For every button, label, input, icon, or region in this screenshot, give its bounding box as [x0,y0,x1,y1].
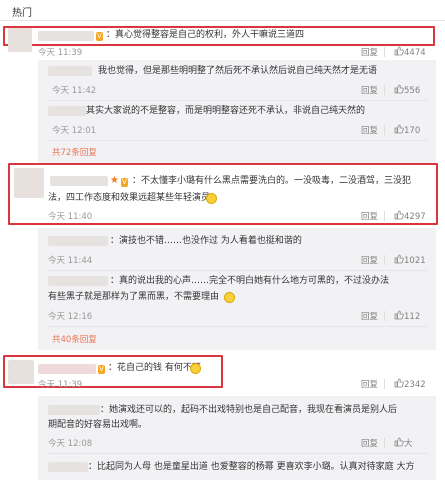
username-blurred[interactable] [38,364,96,374]
reply-time: 今天 11:44 [48,256,93,266]
like-button[interactable]: 556 [394,84,420,96]
username-blurred[interactable] [48,276,108,286]
reply-text: ：演技也不错……也没作过 为人看着也挺和谐的 [110,236,302,246]
avatar[interactable] [8,360,34,384]
like-count: 556 [404,86,421,96]
thumbs-up-icon [394,124,404,134]
more-replies-link[interactable]: 共72条回复 [52,146,97,158]
vip-badge-icon: V [98,365,105,374]
thumbs-up-icon [394,254,404,264]
comment-text: ：花自己的钱 有何不可 [108,363,201,373]
reply-text: ：比起同为人母 也是童星出道 也爱整容的杨幂 更喜欢李小璐。认真对待家庭 大方 [88,462,415,472]
thumbs-up-icon [394,46,404,56]
like-button[interactable]: 4474 [394,46,426,58]
reply-text-line2: 期配音的好容易出戏啊。 [48,420,148,430]
reply-button[interactable]: 回复 [361,46,378,58]
comment-time: 今天 11:39 [38,380,83,390]
tab-hot[interactable]: 热门 [12,4,32,19]
smiley-emoji-icon [224,292,235,304]
thumbs-up-icon [394,84,404,94]
like-count: 2342 [404,380,426,390]
smiley-emoji-icon [190,363,201,375]
like-count: 大 [404,439,413,449]
reply-time: 今天 11:42 [52,86,97,96]
like-count: 4297 [404,212,426,222]
thumbs-up-icon [394,437,404,447]
reply-button[interactable]: 回复 [361,254,378,266]
username-blurred[interactable] [48,405,100,415]
smiley-emoji-icon [206,193,217,205]
like-button[interactable]: 4297 [394,210,426,222]
reply-button[interactable]: 回复 [361,437,378,449]
username-blurred[interactable] [38,31,94,41]
like-count: 1021 [404,256,426,266]
reply-text-line1: ：她演戏还可以的，起码不出戏特别也是自己配音，我现在看演员是别人后 [100,405,398,415]
comment-time: 今天 11:39 [38,48,83,58]
like-button[interactable]: 1021 [394,254,426,266]
vip-badge-icon: V [121,178,128,187]
divider [384,379,385,389]
reply-time: 今天 12:16 [48,312,93,322]
divider [48,270,428,271]
reply-button[interactable]: 回复 [361,124,378,136]
more-replies-link[interactable]: 共40条回复 [52,333,97,345]
divider [48,326,428,327]
vip-badge-icon: V [96,32,103,41]
divider [384,85,385,95]
thumbs-up-icon [394,210,404,220]
divider [48,140,428,141]
like-count: 170 [404,126,421,136]
header-divider [0,20,445,21]
reply-time: 今天 12:01 [52,126,97,136]
like-count: 4474 [404,48,426,58]
avatar[interactable] [14,168,44,198]
divider [384,47,385,57]
reply-button[interactable]: 回复 [361,310,378,322]
reply-text: 其实大家说的不是整容，而是明明整容还死不承认，非说自己纯天然的 [86,106,366,116]
like-button[interactable]: 2342 [394,378,426,390]
thumbs-up-icon [394,310,404,320]
like-button[interactable]: 大 [394,437,413,449]
username-blurred[interactable] [50,176,108,186]
comment-text-line2: 法，四工作态度和效果远超某些年轻演员 [48,193,211,203]
comment-text-line1: ：不太懂李小璐有什么黑点需要洗白的。一没吸毒，二没酒驾，三没犯 [132,176,412,186]
like-button[interactable]: 170 [394,124,420,136]
divider [384,311,385,321]
reply-text-line2: 有些黑子就是那样为了黑而黑，不需要理由 [48,292,220,302]
like-button[interactable]: 112 [394,310,420,322]
reply-button[interactable]: 回复 [361,378,378,390]
divider [384,125,385,135]
divider [384,255,385,265]
reply-button[interactable]: 回复 [361,84,378,96]
comment-text: ：真心觉得整容是自己的权利，外人干嘛说三道四 [106,30,305,40]
like-count: 112 [404,312,421,322]
reply-text: 我也觉得，但是那些明明整了然后死不承认然后说自己纯天然才是无语 [98,66,378,76]
reply-time: 今天 12:08 [48,439,93,449]
username-blurred[interactable] [48,66,92,76]
divider [384,438,385,448]
username-blurred[interactable] [48,106,86,116]
thumbs-up-icon [394,378,404,388]
username-blurred[interactable] [48,236,108,246]
star-icon: ★ [110,175,119,186]
divider [48,453,428,454]
divider [384,211,385,221]
reply-button[interactable]: 回复 [361,210,378,222]
username-blurred[interactable] [48,462,88,472]
comment-time: 今天 11:40 [48,212,93,222]
reply-text-line1: ：真的说出我的心声……完全不明白她有什么地方可黑的，不过没办法 [110,276,390,286]
avatar[interactable] [8,28,32,52]
divider [48,100,428,101]
